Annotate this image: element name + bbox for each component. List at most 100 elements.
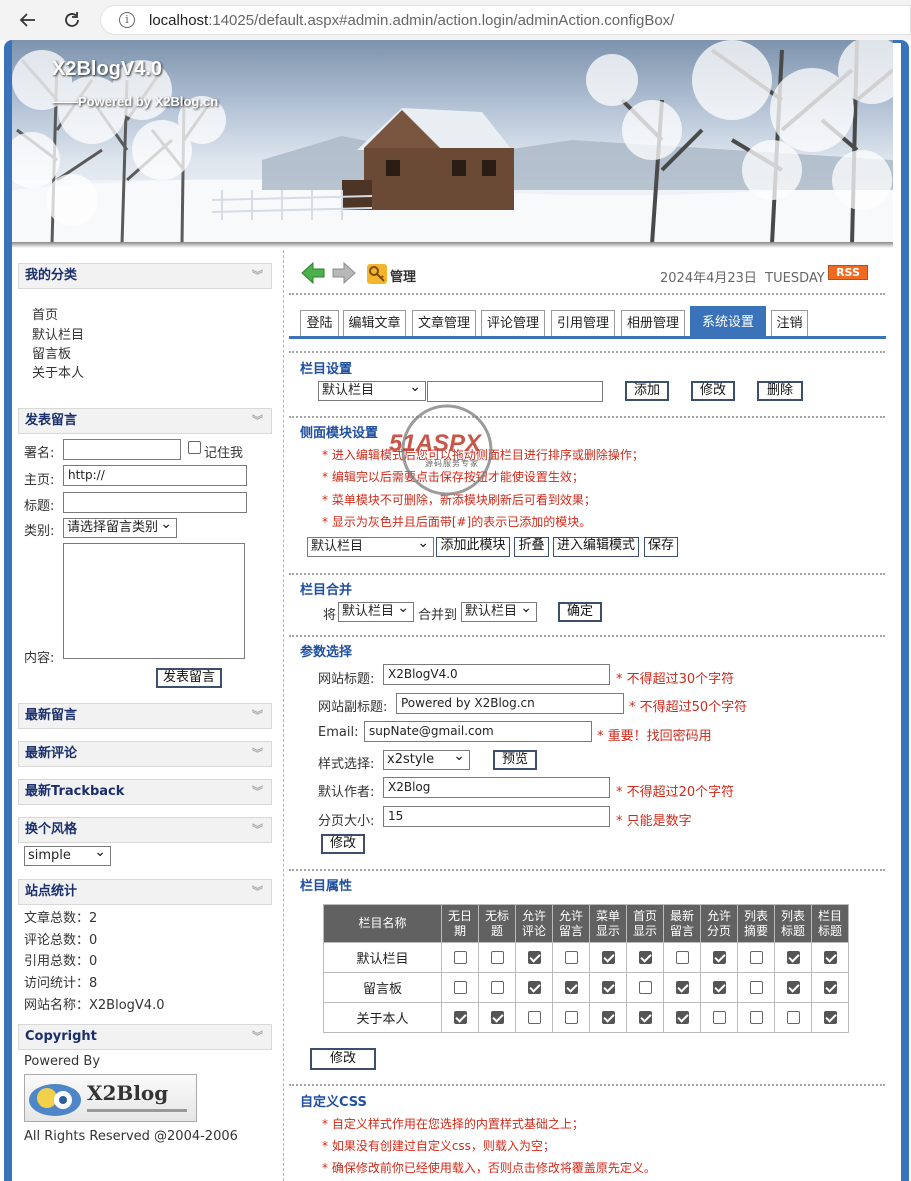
stats-header[interactable]: 站点统计 ︾ xyxy=(18,879,272,905)
email-input[interactable]: supNate@gmail.com xyxy=(364,721,592,742)
collapse-icon[interactable]: ︾ xyxy=(252,818,263,842)
tab-edit-article[interactable]: 编辑文章 xyxy=(343,310,406,337)
collapse-icon[interactable]: ︾ xyxy=(252,780,263,804)
checked-checkbox[interactable] xyxy=(453,1011,467,1024)
checked-checkbox[interactable] xyxy=(786,981,800,994)
unchecked-checkbox[interactable] xyxy=(675,951,689,964)
unchecked-checkbox[interactable] xyxy=(490,951,504,964)
back-arrow-icon[interactable] xyxy=(300,261,326,285)
unchecked-checkbox[interactable] xyxy=(638,981,652,994)
tab-system-settings[interactable]: 系统设置 xyxy=(690,306,766,337)
latest-messages-header[interactable]: 最新留言 ︾ xyxy=(18,703,272,729)
unchecked-checkbox[interactable] xyxy=(749,981,763,994)
post-message-header[interactable]: 发表留言 ︾ xyxy=(18,408,272,434)
delete-column-button[interactable]: 删除 xyxy=(757,381,803,401)
props-submit-button[interactable]: 修改 xyxy=(310,1048,376,1070)
style-choice-select[interactable]: x2style xyxy=(383,750,470,770)
edit-mode-button[interactable]: 进入编辑模式 xyxy=(553,537,639,557)
unchecked-checkbox[interactable] xyxy=(786,1011,800,1024)
unchecked-checkbox[interactable] xyxy=(564,951,578,964)
checked-checkbox[interactable] xyxy=(675,981,689,994)
merge-to-select[interactable]: 默认栏目 xyxy=(461,602,537,622)
name-input[interactable] xyxy=(63,439,181,460)
subject-input[interactable] xyxy=(63,492,247,513)
post-message-button[interactable]: 发表留言 xyxy=(156,668,222,688)
collapse-icon[interactable]: ︾ xyxy=(252,1025,263,1049)
preview-button[interactable]: 预览 xyxy=(493,750,537,770)
message-category-select[interactable]: 请选择留言类别 xyxy=(63,518,177,538)
latest-trackback-header[interactable]: 最新Trackback ︾ xyxy=(18,779,272,805)
style-select[interactable]: simple xyxy=(24,846,111,866)
address-bar[interactable]: i localhost:14025/default.aspx#admin.adm… xyxy=(100,5,911,35)
checked-checkbox[interactable] xyxy=(601,981,615,994)
prop-cell xyxy=(811,942,849,973)
checked-checkbox[interactable] xyxy=(527,981,541,994)
column-select[interactable]: 默认栏目 xyxy=(318,381,426,401)
params-submit-button[interactable]: 修改 xyxy=(321,834,365,854)
tab-article-manage[interactable]: 文章管理 xyxy=(412,310,476,337)
column-name-input[interactable] xyxy=(427,381,603,402)
rss-badge[interactable]: RSS xyxy=(828,265,868,280)
checked-checkbox[interactable] xyxy=(823,951,837,964)
tab-login[interactable]: 登陆 xyxy=(300,310,339,337)
checked-checkbox[interactable] xyxy=(823,1011,837,1024)
checked-checkbox[interactable] xyxy=(675,1011,689,1024)
collapse-icon[interactable]: ︾ xyxy=(252,409,263,433)
categories-header[interactable]: 我的分类 ︾ xyxy=(18,263,272,289)
merge-confirm-button[interactable]: 确定 xyxy=(558,602,602,622)
edit-column-button[interactable]: 修改 xyxy=(691,381,735,401)
checked-checkbox[interactable] xyxy=(712,951,726,964)
tab-comment-manage[interactable]: 评论管理 xyxy=(481,310,545,337)
unchecked-checkbox[interactable] xyxy=(490,981,504,994)
unchecked-checkbox[interactable] xyxy=(712,1011,726,1024)
latest-comments-header[interactable]: 最新评论 ︾ xyxy=(18,741,272,767)
reload-icon[interactable] xyxy=(60,8,84,32)
info-icon[interactable]: i xyxy=(119,12,135,28)
fold-button[interactable]: 折叠 xyxy=(514,537,549,557)
unchecked-checkbox[interactable] xyxy=(453,981,467,994)
category-link[interactable]: 留言板 xyxy=(32,343,71,362)
content-textarea[interactable] xyxy=(63,543,245,659)
homepage-input[interactable]: http:// xyxy=(63,465,247,486)
checked-checkbox[interactable] xyxy=(564,981,578,994)
unchecked-checkbox[interactable] xyxy=(527,1011,541,1024)
collapse-icon[interactable]: ︾ xyxy=(252,704,263,728)
checked-checkbox[interactable] xyxy=(601,1011,615,1024)
site-title-input[interactable]: X2BlogV4.0 xyxy=(383,664,610,685)
add-column-button[interactable]: 添加 xyxy=(625,381,669,401)
style-header[interactable]: 换个风格 ︾ xyxy=(18,817,272,843)
forward-arrow-icon[interactable] xyxy=(331,261,357,285)
tab-logout[interactable]: 注销 xyxy=(771,310,808,337)
checked-checkbox[interactable] xyxy=(638,951,652,964)
checked-checkbox[interactable] xyxy=(601,951,615,964)
checked-checkbox[interactable] xyxy=(490,1011,504,1024)
unchecked-checkbox[interactable] xyxy=(453,951,467,964)
unchecked-checkbox[interactable] xyxy=(749,1011,763,1024)
checked-checkbox[interactable] xyxy=(823,981,837,994)
copyright-header[interactable]: Copyright ︾ xyxy=(18,1024,272,1050)
author-input[interactable]: X2Blog xyxy=(383,777,610,798)
tab-album-manage[interactable]: 相册管理 xyxy=(621,310,685,337)
checked-checkbox[interactable] xyxy=(786,951,800,964)
remember-checkbox[interactable] xyxy=(188,441,201,454)
add-module-button[interactable]: 添加此模块 xyxy=(436,537,510,557)
subtitle-input[interactable]: Powered by X2Blog.cn xyxy=(396,693,624,714)
merge-from-select[interactable]: 默认栏目 xyxy=(338,602,414,622)
checked-checkbox[interactable] xyxy=(712,981,726,994)
category-link[interactable]: 默认栏目 xyxy=(32,324,84,343)
tab-trackback-manage[interactable]: 引用管理 xyxy=(551,310,615,337)
unchecked-checkbox[interactable] xyxy=(564,1011,578,1024)
checked-checkbox[interactable] xyxy=(527,951,541,964)
save-module-button[interactable]: 保存 xyxy=(644,537,678,557)
category-link[interactable]: 首页 xyxy=(32,304,58,323)
back-icon[interactable] xyxy=(16,8,40,32)
x2blog-logo[interactable]: X2Blog xyxy=(24,1074,197,1122)
collapse-icon[interactable]: ︾ xyxy=(252,264,263,288)
page-size-input[interactable]: 15 xyxy=(383,806,610,827)
category-link[interactable]: 关于本人 xyxy=(32,362,84,381)
module-select[interactable]: 默认栏目 xyxy=(307,537,434,557)
unchecked-checkbox[interactable] xyxy=(749,951,763,964)
collapse-icon[interactable]: ︾ xyxy=(252,742,263,766)
checked-checkbox[interactable] xyxy=(638,1011,652,1024)
collapse-icon[interactable]: ︾ xyxy=(252,880,263,904)
